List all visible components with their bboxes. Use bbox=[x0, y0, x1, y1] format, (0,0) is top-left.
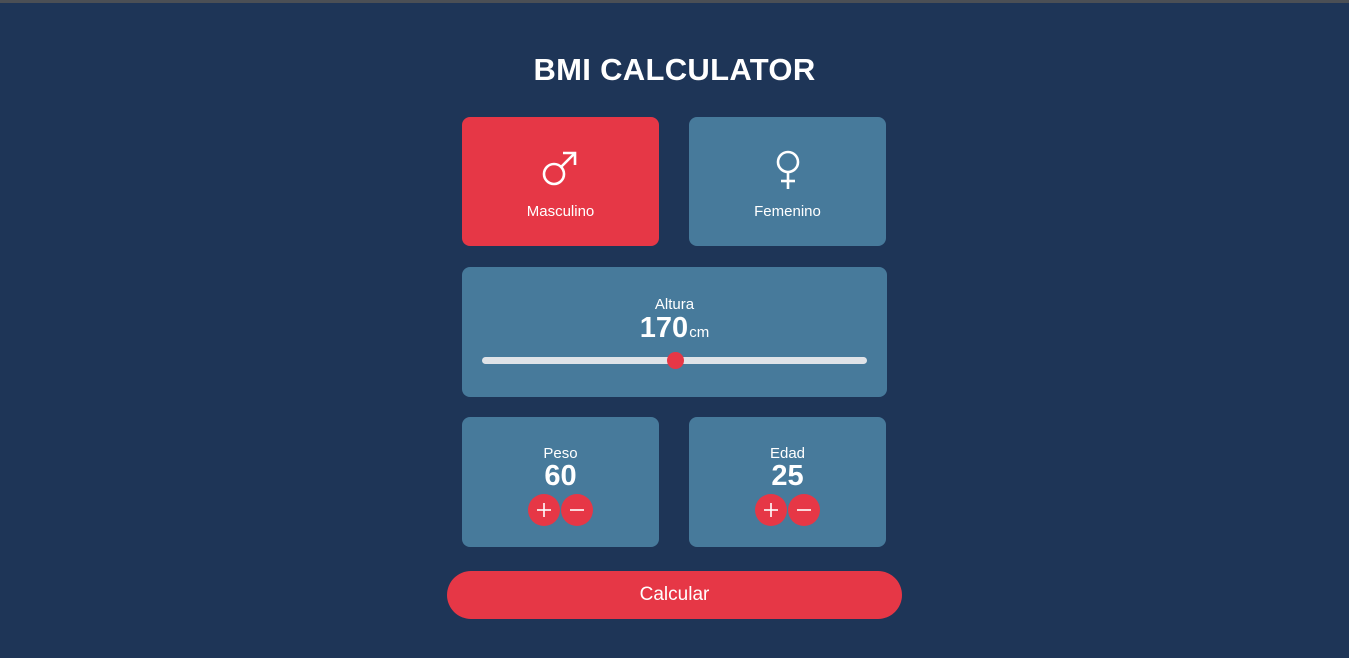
page-title: BMI CALCULATOR bbox=[533, 52, 816, 87]
height-slider-thumb[interactable] bbox=[666, 352, 684, 369]
gender-male-card[interactable]: Masculino bbox=[462, 117, 659, 246]
minus-icon bbox=[797, 509, 811, 511]
age-increment-button[interactable] bbox=[755, 494, 787, 526]
height-slider[interactable] bbox=[482, 352, 867, 369]
weight-controls bbox=[462, 494, 659, 526]
height-card: Altura 170 cm bbox=[462, 267, 887, 397]
age-card: Edad 25 bbox=[689, 417, 886, 547]
bmi-app: BMI CALCULATOR Masculino Femenino Altura… bbox=[0, 0, 1349, 658]
male-symbol-icon bbox=[462, 147, 659, 191]
gender-female-label: Femenino bbox=[754, 203, 821, 220]
weight-increment-button[interactable] bbox=[528, 494, 560, 526]
age-controls bbox=[689, 494, 886, 526]
weight-decrement-button[interactable] bbox=[561, 494, 593, 526]
gender-male-label: Masculino bbox=[526, 203, 595, 220]
height-value-row: 170 cm bbox=[462, 311, 887, 345]
gender-female-card[interactable]: Femenino bbox=[689, 117, 886, 246]
plus-icon bbox=[537, 503, 551, 517]
plus-icon bbox=[764, 503, 778, 517]
height-value: 170 bbox=[639, 312, 689, 344]
weight-value: 60 bbox=[544, 460, 577, 492]
height-unit: cm bbox=[689, 324, 710, 341]
weight-card: Peso 60 bbox=[462, 417, 659, 547]
calculate-button[interactable]: Calcular bbox=[447, 571, 902, 619]
female-symbol-icon bbox=[689, 147, 886, 191]
age-value: 25 bbox=[771, 460, 804, 492]
age-decrement-button[interactable] bbox=[788, 494, 820, 526]
minus-icon bbox=[570, 509, 584, 511]
